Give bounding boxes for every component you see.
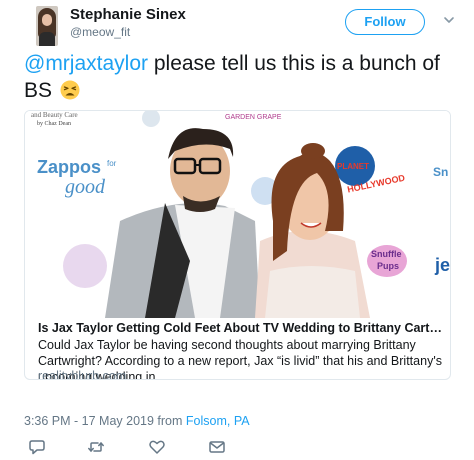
svg-text:GARDEN GRAPE: GARDEN GRAPE — [225, 114, 282, 121]
svg-text:and Beauty Care: and Beauty Care — [31, 111, 78, 119]
tweet-text-line2: BS — [24, 79, 53, 102]
svg-text:PLANET: PLANET — [337, 162, 369, 171]
tweet-header: Stephanie Sinex @meow_fit Follow — [0, 0, 474, 46]
display-name[interactable]: Stephanie Sinex — [70, 6, 186, 23]
link-card[interactable]: and Beauty Care by Chaz Dean Zappos for … — [24, 110, 451, 380]
timestamp-text[interactable]: 3:36 PM - 17 May 2019 from — [24, 414, 186, 428]
location-link[interactable]: Folsom, PA — [186, 414, 250, 428]
svg-text:Snuffle: Snuffle — [371, 249, 402, 259]
card-title[interactable]: Is Jax Taylor Getting Cold Feet About TV… — [38, 321, 443, 335]
tired-face-emoji-icon — [60, 80, 80, 100]
svg-text:Zappos: Zappos — [37, 157, 101, 177]
backdrop-small-text: by Chaz Dean — [37, 121, 71, 127]
tweet-text-rest: please tell us this is a bunch of — [148, 52, 440, 75]
avatar[interactable] — [36, 6, 58, 46]
tweet-timestamp: 3:36 PM - 17 May 2019 from Folsom, PA — [24, 414, 250, 428]
heart-icon[interactable] — [148, 438, 166, 456]
card-domain: realityblurb.com — [38, 369, 127, 380]
mail-icon[interactable] — [208, 438, 226, 456]
svg-text:good: good — [65, 176, 106, 198]
reply-icon[interactable] — [28, 438, 46, 456]
svg-text:Sn: Sn — [433, 165, 448, 179]
card-image[interactable]: and Beauty Care by Chaz Dean Zappos for … — [25, 111, 450, 318]
svg-text:for: for — [107, 159, 117, 168]
mention-link[interactable]: @mrjaxtaylor — [24, 52, 148, 75]
retweet-icon[interactable] — [87, 438, 105, 456]
tweet-actions — [24, 438, 244, 456]
chevron-down-icon[interactable] — [443, 14, 455, 26]
svg-text:je: je — [434, 255, 450, 275]
follow-button[interactable]: Follow — [345, 9, 425, 35]
tweet-text: @mrjaxtaylor please tell us this is a bu… — [24, 50, 464, 104]
user-handle[interactable]: @meow_fit — [70, 25, 130, 39]
svg-text:Pups: Pups — [377, 261, 399, 271]
